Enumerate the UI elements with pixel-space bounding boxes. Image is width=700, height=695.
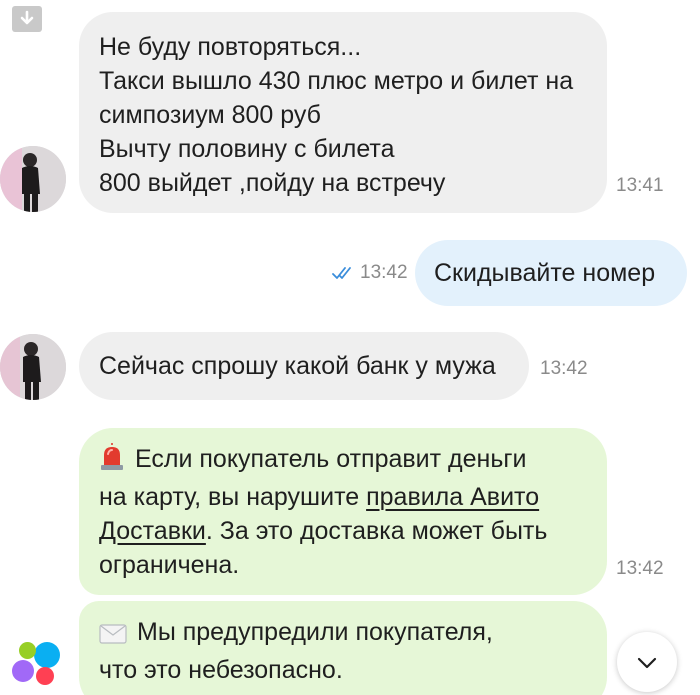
avatar[interactable] bbox=[0, 334, 66, 400]
avito-logo bbox=[6, 640, 62, 695]
message-text-line: Вычту половину с билета bbox=[99, 135, 395, 163]
warning-text-3: . За это доставка может быть bbox=[205, 517, 548, 545]
system-message-warning[interactable]: Если покупатель отправит деньги на карту… bbox=[79, 428, 664, 595]
message-text-line: 800 выйдет ,пойду на встречу bbox=[99, 169, 446, 197]
message-time: 13:41 bbox=[616, 175, 664, 196]
message-text-line: на карту, вы нарушите правила Авито bbox=[99, 480, 607, 514]
message-time: 13:42 bbox=[360, 262, 408, 283]
chevron-down-icon bbox=[637, 656, 657, 669]
rules-link[interactable]: правила Авито bbox=[366, 483, 539, 511]
system-message-info[interactable]: Мы предупредили покупателя, что это небе… bbox=[79, 601, 607, 695]
message-time: 13:42 bbox=[616, 558, 664, 579]
message-text-line: Доставки. За это доставка может быть bbox=[99, 514, 607, 548]
rules-link-continued[interactable]: Доставки bbox=[99, 517, 206, 545]
siren-icon bbox=[99, 443, 125, 480]
scroll-down-button[interactable] bbox=[617, 632, 677, 692]
message-text: Сейчас спрошу какой банк у мужа bbox=[99, 352, 496, 380]
message-bubble-outgoing[interactable]: Скидывайте номер bbox=[415, 240, 687, 306]
read-status: 13:42 bbox=[332, 262, 408, 284]
message-text-line: Не буду повторяться... bbox=[99, 33, 362, 61]
message-text-line: симпозиум 800 руб bbox=[99, 101, 321, 129]
warning-text-2: на карту, вы нарушите bbox=[99, 483, 367, 511]
message-text: Скидывайте номер bbox=[434, 259, 656, 287]
message-bubble-incoming[interactable]: Не буду повторяться... Такси вышло 430 п… bbox=[79, 12, 664, 213]
message-text-line: Мы предупредили покупателя, bbox=[99, 615, 607, 653]
message-text-line: Если покупатель отправит деньги bbox=[99, 442, 607, 480]
message-text-line: ограничена. bbox=[99, 551, 240, 579]
message-text-line: Такси вышло 430 плюс метро и билет на bbox=[99, 67, 574, 95]
info-text-1: Мы предупредили покупателя, bbox=[137, 618, 493, 646]
message-time: 13:42 bbox=[540, 358, 588, 379]
download-icon[interactable] bbox=[12, 6, 42, 32]
warning-text-1: Если покупатель отправит деньги bbox=[135, 445, 527, 473]
envelope-icon bbox=[99, 619, 127, 653]
info-text-2: что это небезопасно. bbox=[99, 656, 343, 684]
avatar[interactable] bbox=[0, 146, 66, 212]
chat-screen: Не буду повторяться... Такси вышло 430 п… bbox=[0, 0, 700, 695]
double-check-icon bbox=[332, 266, 356, 280]
message-bubble-incoming[interactable]: Сейчас спрошу какой банк у мужа bbox=[79, 332, 529, 400]
